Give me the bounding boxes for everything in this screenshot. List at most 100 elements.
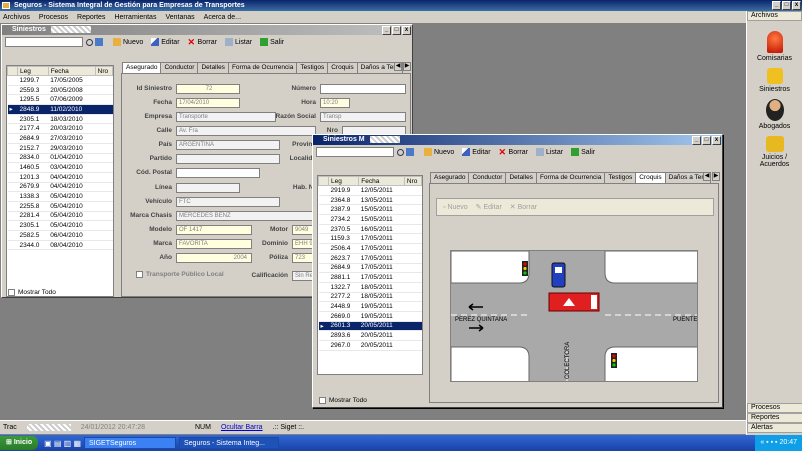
filter-icon[interactable]: [406, 148, 414, 156]
abogados-item[interactable]: Abogados: [747, 99, 802, 130]
table-row[interactable]: 1295.5 07/06/2009: [7, 94, 113, 106]
close-icon[interactable]: x: [712, 136, 721, 145]
table-row[interactable]: 2305.1 05/04/2010: [7, 220, 113, 231]
table-row[interactable]: 1299.7 17/05/2005: [7, 75, 113, 86]
empresa-select[interactable]: Transporte: [176, 112, 276, 122]
croquis-canvas[interactable]: PEREZ QUINTANA PUENTE COLECTORA: [450, 250, 698, 382]
col-nro[interactable]: Nro: [403, 176, 422, 186]
pais-select[interactable]: ARGENTINA: [176, 140, 280, 150]
close-icon[interactable]: x: [402, 26, 411, 35]
table-row[interactable]: 2370.5 16/05/2011: [318, 224, 422, 235]
razon-social-field[interactable]: Transp: [320, 112, 406, 122]
minimize-icon[interactable]: _: [772, 1, 781, 10]
table-row[interactable]: 1201.3 04/04/2010: [7, 172, 113, 183]
menu-reportes[interactable]: Reportes: [77, 14, 105, 21]
tab-testigos[interactable]: Testigos: [604, 172, 637, 183]
start-button[interactable]: ⊞ Inicio: [0, 436, 39, 450]
procesos-bar[interactable]: Procesos: [747, 403, 802, 413]
id-siniestro-field[interactable]: 72: [176, 84, 240, 94]
alertas-bar[interactable]: Alertas: [747, 423, 802, 433]
table-row[interactable]: 2834.0 01/04/2010: [7, 153, 113, 164]
menu-archivos[interactable]: Archivos: [3, 14, 30, 21]
borrar-button[interactable]: ✕ Borrar: [188, 38, 217, 47]
tab-testigos[interactable]: Testigos: [296, 62, 329, 73]
siniestros-window-titlebar[interactable]: Siniestros _ □ x: [2, 25, 412, 35]
croquis-editar-button[interactable]: ✎ Editar: [476, 203, 502, 211]
listar-button[interactable]: Listar: [224, 38, 252, 46]
search-icon[interactable]: [86, 38, 93, 46]
fecha-field[interactable]: 17/04/2010: [176, 98, 240, 108]
table-row[interactable]: 2364.8 13/05/2011: [318, 195, 422, 206]
table-row[interactable]: 2177.4 20/03/2010: [7, 123, 113, 135]
vehiculo-select[interactable]: FTC: [176, 197, 280, 207]
tab-forma-de-ocurrencia[interactable]: Forma de Ocurrencia: [535, 172, 606, 183]
tab-left-icon[interactable]: ◀: [394, 62, 402, 71]
table-row[interactable]: 2919.9 12/05/2011: [318, 185, 422, 196]
editar-button[interactable]: Editar: [151, 38, 180, 46]
table-row[interactable]: 2152.7 29/03/2010: [7, 143, 113, 154]
tab-conductor[interactable]: Conductor: [468, 172, 507, 183]
minimize-icon[interactable]: _: [692, 136, 701, 145]
menu-acerca[interactable]: Acerca de...: [204, 14, 241, 21]
task-seguros[interactable]: Seguros - Sistema Integ...: [179, 437, 279, 449]
reportes-bar[interactable]: Reportes: [747, 413, 802, 423]
menu-procesos[interactable]: Procesos: [39, 14, 68, 21]
right-panel-header[interactable]: Archivos: [747, 11, 802, 21]
marca-field[interactable]: FAVORITA: [176, 239, 252, 249]
maximize-icon[interactable]: □: [702, 136, 711, 145]
col-leg[interactable]: Leg: [327, 176, 360, 186]
col-fecha[interactable]: Fecha: [358, 176, 405, 186]
table-row[interactable]: 2684.9 27/03/2010: [7, 133, 113, 144]
croquis-nuevo-button[interactable]: ▫ Nuevo: [443, 204, 468, 211]
nuevo-button[interactable]: Nuevo: [424, 148, 454, 156]
table-row[interactable]: 2305.1 18/03/2010: [7, 114, 113, 125]
salir-button[interactable]: Salir: [260, 38, 284, 46]
table-row[interactable]: 1338.3 05/04/2010: [7, 191, 113, 202]
editar-button[interactable]: Editar: [462, 148, 491, 156]
maximize-icon[interactable]: □: [392, 26, 401, 35]
siniestros-m-window-titlebar[interactable]: Siniestros M _ □ x: [313, 135, 722, 145]
ocultar-barra-link[interactable]: Ocultar Barra: [221, 424, 263, 431]
table-row[interactable]: 2669.0 19/05/2011: [318, 311, 422, 322]
table-row[interactable]: 2559.3 20/05/2008: [7, 85, 113, 96]
menu-ventanas[interactable]: Ventanas: [165, 14, 194, 21]
col-nro[interactable]: Nro: [94, 66, 113, 76]
transporte-publico-checkbox[interactable]: Transporte Público Local: [136, 271, 224, 278]
table-row[interactable]: 2506.4 17/05/2011: [318, 243, 422, 254]
col-leg[interactable]: Leg: [17, 66, 49, 76]
close-icon[interactable]: x: [792, 1, 801, 10]
table-row[interactable]: 1159.3 17/05/2011: [318, 233, 422, 245]
numero-field[interactable]: [320, 84, 406, 94]
table-row[interactable]: 2582.5 06/04/2010: [7, 230, 113, 241]
tab-right-icon[interactable]: ▶: [712, 172, 720, 181]
nuevo-button[interactable]: Nuevo: [113, 38, 143, 46]
table-row[interactable]: 2281.4 05/04/2010: [7, 211, 113, 222]
table-row[interactable]: 2684.9 17/05/2011: [318, 263, 422, 274]
modelo-field[interactable]: OF 1417: [176, 225, 252, 235]
table-row[interactable]: 2893.6 20/05/2011: [318, 330, 422, 341]
juicios-item[interactable]: Juicios / Acuerdos: [747, 136, 802, 168]
table-row[interactable]: 2967.0 20/05/2011: [318, 340, 422, 351]
table-row[interactable]: ▸ 2601.3 20/05/2011: [318, 321, 422, 332]
marca-chasis-field[interactable]: MERCEDES BENZ: [176, 211, 316, 221]
tab-conductor[interactable]: Conductor: [160, 62, 199, 73]
table-row[interactable]: 2881.1 17/05/2011: [318, 272, 422, 283]
calle-field[interactable]: Av. Fra: [176, 126, 316, 136]
table-row[interactable]: 2277.2 18/05/2011: [318, 292, 422, 303]
tab-left-icon[interactable]: ◀: [703, 172, 711, 181]
comisarias-item[interactable]: Comisarias: [747, 31, 802, 62]
linea-select[interactable]: [176, 183, 240, 193]
search-icon[interactable]: [397, 148, 404, 156]
salir-button[interactable]: Salir: [571, 148, 595, 156]
table-row[interactable]: 2255.8 05/04/2010: [7, 201, 113, 212]
maximize-icon[interactable]: □: [782, 1, 791, 10]
table-row[interactable]: 2344.0 08/04/2010: [7, 240, 113, 251]
table-row[interactable]: 1322.7 18/05/2011: [318, 282, 422, 293]
tab-croquis[interactable]: Croquis: [635, 172, 666, 183]
borrar-button[interactable]: ✕ Borrar: [499, 148, 528, 157]
mostrar-todo-checkbox[interactable]: Mostrar Todo: [319, 397, 367, 404]
croquis-borrar-button[interactable]: ✕ Borrar: [510, 203, 537, 211]
siniestros-grid[interactable]: Leg Fecha Nro 1299.7 17/05/2005 2559.3 20/0…: [6, 65, 114, 297]
mostrar-todo-checkbox[interactable]: Mostrar Todo: [8, 289, 56, 296]
tab-detalles[interactable]: Detalles: [197, 62, 229, 73]
